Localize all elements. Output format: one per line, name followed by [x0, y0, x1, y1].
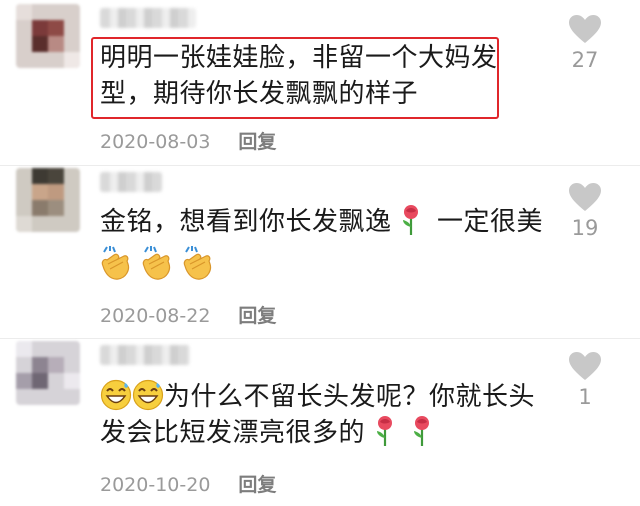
- like-count: 19: [571, 216, 599, 240]
- reply-button[interactable]: 回复: [238, 474, 276, 496]
- rose-emoji: [376, 416, 392, 446]
- username-redacted[interactable]: [100, 345, 190, 365]
- reply-button[interactable]: 回复: [238, 305, 276, 327]
- comment-date: 2020-08-03: [100, 131, 211, 153]
- username-redacted[interactable]: [100, 8, 196, 28]
- heart-icon[interactable]: [568, 351, 602, 381]
- comment-text-line: 明明一张娃娃脸，非留一个大妈发: [100, 43, 498, 73]
- avatar[interactable]: [16, 168, 80, 232]
- clap-emoji: [101, 246, 130, 280]
- comment-meta: 2020-08-03 回复: [100, 127, 276, 154]
- comment-1: 明明一张娃娃脸，非留一个大妈发 型，期待你长发飘飘的样子 2020-08-03 回…: [0, 0, 640, 165]
- comment-text-line: 一定很美: [437, 207, 544, 237]
- heart-icon[interactable]: [568, 14, 602, 44]
- clap-emoji-row: [98, 246, 216, 282]
- comment-text-line: 型，期待你长发飘飘的样子: [100, 79, 419, 109]
- comment-meta: 2020-08-22 回复: [100, 301, 276, 328]
- avatar[interactable]: [16, 4, 80, 68]
- like-count: 27: [571, 48, 599, 72]
- comment-text: 金铭，想看到你长发飘逸 一定很美: [100, 204, 543, 240]
- rose-emoji: [403, 205, 419, 235]
- comment-text: 为什么不留长头发呢？你就长头 发会比短发漂亮很多的: [100, 379, 535, 451]
- comment-text: 明明一张娃娃脸，非留一个大妈发 型，期待你长发飘飘的样子: [100, 40, 498, 112]
- comment-text-line: 为什么不留长头发呢？你就长头: [164, 382, 536, 412]
- comment-meta: 2020-10-20 回复: [100, 470, 276, 497]
- username-redacted[interactable]: [100, 172, 162, 192]
- grin-sweat-emoji: [100, 379, 132, 411]
- like-button[interactable]: 27: [560, 14, 610, 72]
- comment-text-line: 发会比短发漂亮很多的: [100, 418, 366, 448]
- grin-sweat-emoji: [132, 379, 164, 411]
- like-count: 1: [578, 385, 592, 409]
- comment-2: 金铭，想看到你长发飘逸 一定很美 2020-08-22 回复 19: [0, 166, 640, 338]
- comment-3: 为什么不留长头发呢？你就长头 发会比短发漂亮很多的 2020-10-20 回复 1: [0, 339, 640, 506]
- rose-emoji: [413, 416, 429, 446]
- clap-emoji: [142, 246, 171, 280]
- reply-button[interactable]: 回复: [238, 131, 276, 153]
- like-button[interactable]: 19: [560, 182, 610, 240]
- comment-text-line: 金铭，想看到你长发飘逸: [100, 207, 392, 237]
- heart-icon[interactable]: [568, 182, 602, 212]
- avatar[interactable]: [16, 341, 80, 405]
- comment-date: 2020-10-20: [100, 474, 211, 496]
- clap-emoji: [183, 246, 212, 280]
- comment-date: 2020-08-22: [100, 305, 211, 327]
- like-button[interactable]: 1: [560, 351, 610, 409]
